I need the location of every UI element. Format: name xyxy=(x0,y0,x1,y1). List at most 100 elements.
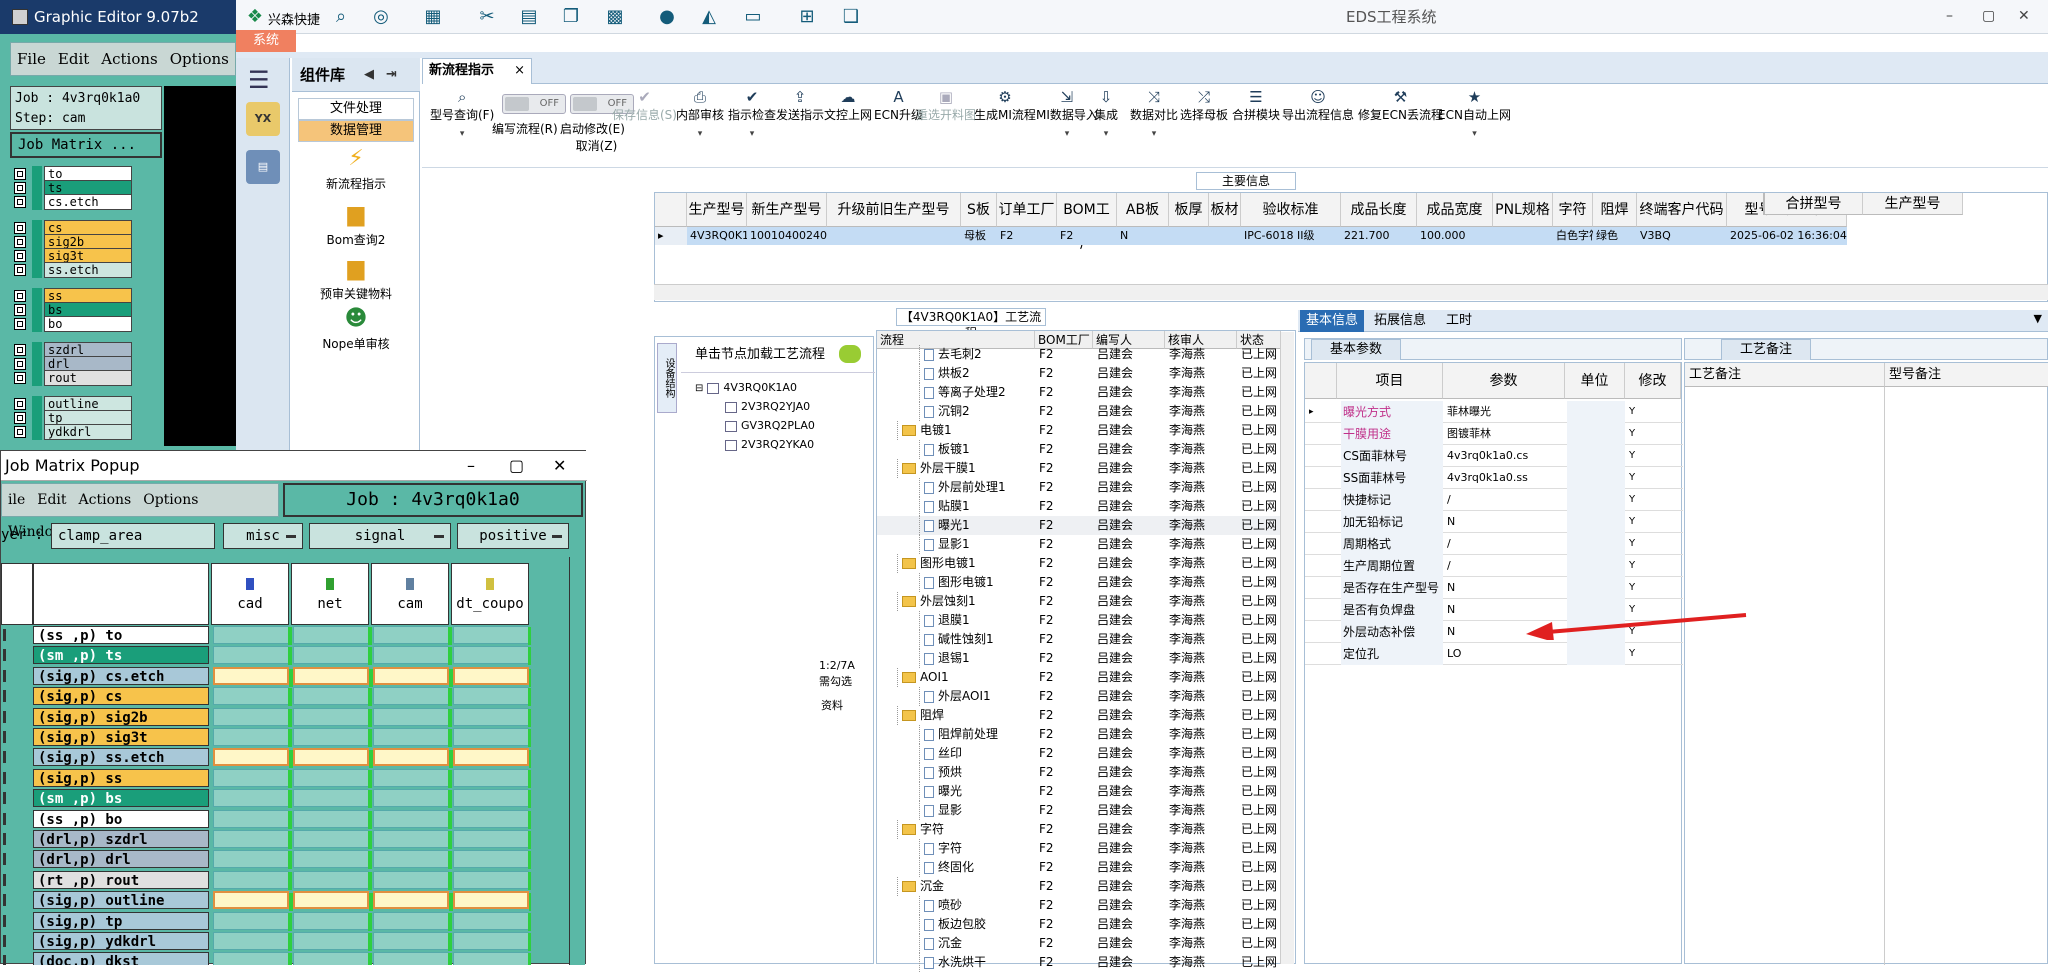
matrix-cell[interactable] xyxy=(453,850,531,870)
param-value[interactable]: / xyxy=(1445,555,1565,577)
matrix-cell[interactable] xyxy=(373,850,452,870)
table-row[interactable]: CS面菲林号 4v3rq0k1a0.cs Y xyxy=(1305,445,1683,467)
column-header[interactable]: 生产型号 xyxy=(687,193,747,227)
close-icon[interactable]: ✕ xyxy=(2018,8,2030,24)
toggle-switch[interactable]: OFF xyxy=(502,94,566,114)
column-header[interactable]: 阻焊 xyxy=(1593,193,1637,227)
column-header[interactable]: 字符 xyxy=(1553,193,1593,227)
param-value[interactable]: N xyxy=(1445,577,1565,599)
matrix-row-handle[interactable] xyxy=(3,751,15,764)
horizontal-scrollbar[interactable] xyxy=(654,284,2048,300)
nav-item-prereview[interactable]: ▆ 预审关键物料 xyxy=(292,256,420,302)
matrix-cell[interactable] xyxy=(293,666,373,687)
column-header[interactable]: BOM工厂 xyxy=(1057,193,1117,252)
table-row[interactable]: 外层干膜1 F2 吕建会 李海燕 已上网 xyxy=(877,459,1281,478)
matrix-layer-label[interactable]: (sig,p) outline xyxy=(33,891,209,910)
table-row[interactable]: AOI1 F2 吕建会 李海燕 已上网 xyxy=(877,668,1281,687)
table-cell[interactable]: 10010400240286 xyxy=(747,227,827,245)
column-header[interactable]: 参数 xyxy=(1443,363,1565,399)
table-row[interactable]: 快捷标记 / Y xyxy=(1305,489,1683,511)
ge-menu-actions[interactable]: Actions xyxy=(101,43,157,75)
matrix-layer-label[interactable]: (sig,p) ydkdrl xyxy=(33,932,209,950)
dropdown-caret-icon[interactable]: ▾ xyxy=(1094,129,1118,139)
chart-icon[interactable]: ◭ xyxy=(698,6,720,28)
table-row[interactable]: 阻焊 F2 吕建会 李海燕 已上网 xyxy=(877,706,1281,725)
matrix-cell[interactable] xyxy=(293,952,372,965)
toolbar-button[interactable]: ⇪ 发送指示 xyxy=(776,88,824,123)
job-matrix-button[interactable]: Job Matrix ... xyxy=(10,132,162,158)
column-header[interactable]: 单位 xyxy=(1565,363,1625,399)
param-unit[interactable] xyxy=(1567,489,1625,511)
column-header[interactable]: 工艺备注 xyxy=(1685,363,1885,387)
param-value[interactable]: / xyxy=(1445,489,1565,511)
popup-menu-item[interactable]: Actions xyxy=(79,484,132,516)
matrix-row[interactable]: (drl,p) drl xyxy=(1,849,531,870)
grid-icon[interactable]: ▩ xyxy=(604,6,626,28)
table-cell[interactable]: 221.700 xyxy=(1341,227,1417,245)
matrix-cell[interactable] xyxy=(373,891,453,912)
matrix-cell[interactable] xyxy=(453,870,531,890)
matrix-cell[interactable] xyxy=(213,626,292,645)
table-row[interactable]: 加无铅标记 N Y xyxy=(1305,511,1683,533)
toolbar-button[interactable]: ⇲ MI数据导入 ▾ xyxy=(1036,88,1098,139)
table-cell[interactable]: IPC-6018 II级 xyxy=(1241,227,1341,245)
matrix-cell[interactable] xyxy=(213,830,292,849)
matrix-cell[interactable] xyxy=(373,687,452,707)
table-icon[interactable]: ▦ xyxy=(422,6,444,28)
matrix-cell[interactable] xyxy=(293,911,372,931)
chevron-down-icon[interactable]: ▼ xyxy=(2034,312,2042,325)
matrix-layer-label[interactable]: (sig,p) tp xyxy=(33,911,209,930)
matrix-cell[interactable] xyxy=(453,666,531,687)
param-unit[interactable] xyxy=(1567,533,1625,555)
matrix-layer-label[interactable]: (sig,p) sig2b xyxy=(33,707,209,726)
matrix-row[interactable]: (sig,p) outline xyxy=(1,890,531,912)
table-row[interactable]: 阻焊前处理 F2 吕建会 李海燕 已上网 xyxy=(877,725,1281,744)
table-row[interactable]: ▸ 曝光方式 菲林曝光 Y xyxy=(1305,401,1683,423)
step-header[interactable]: net xyxy=(291,563,369,625)
table-cell[interactable]: N xyxy=(1117,227,1169,245)
column-header[interactable]: AB板 xyxy=(1117,193,1169,227)
table-row[interactable]: 去毛刺2 F2 吕建会 李海燕 已上网 xyxy=(877,345,1281,364)
tab-right-0[interactable]: 基本信息 xyxy=(1300,310,1365,332)
step-header[interactable]: cam xyxy=(371,563,449,625)
column-header[interactable]: 验收标准 xyxy=(1241,193,1341,227)
matrix-row-handle[interactable] xyxy=(3,649,15,662)
dropdown-caret-icon[interactable]: ▾ xyxy=(1130,129,1178,139)
ge-layer-row[interactable]: bo xyxy=(10,314,132,334)
matrix-cell[interactable] xyxy=(213,891,293,912)
table-cell[interactable]: 4V3RQ0K1A0 xyxy=(687,227,747,245)
table-cell[interactable]: 母板 xyxy=(961,227,997,245)
matrix-cell[interactable] xyxy=(293,809,372,829)
layer-checkbox[interactable] xyxy=(14,372,26,384)
nav-item-bom-query[interactable]: ▆ Bom查询2 xyxy=(292,202,420,248)
matrix-layer-label[interactable]: (rt ,p) rout xyxy=(33,870,209,889)
layer-checkbox[interactable] xyxy=(14,264,26,276)
matrix-row-handle[interactable] xyxy=(3,894,15,907)
toolbar-button[interactable]: ☁ 文控上网 xyxy=(824,88,872,123)
table-cell[interactable] xyxy=(1209,227,1241,245)
ge-layer-row[interactable]: ss.etch xyxy=(10,260,132,280)
table-row[interactable]: 预烘 F2 吕建会 李海燕 已上网 xyxy=(877,763,1281,782)
matrix-cell[interactable] xyxy=(373,646,452,666)
param-unit[interactable] xyxy=(1567,401,1625,423)
table-cell[interactable] xyxy=(1169,227,1209,245)
matrix-cell[interactable] xyxy=(213,911,292,931)
chat-bubble-icon[interactable] xyxy=(839,345,861,363)
scissors-icon[interactable]: ✂ xyxy=(476,6,498,28)
matrix-row[interactable]: (drl,p) szdrl xyxy=(1,829,531,849)
matrix-row[interactable]: (sig,p) sig2b xyxy=(1,707,531,727)
table-row[interactable]: 显影1 F2 吕建会 李海燕 已上网 xyxy=(877,535,1281,554)
pin-icon[interactable]: ⇥ xyxy=(386,58,397,92)
matrix-cell[interactable] xyxy=(293,748,373,769)
matrix-cell[interactable] xyxy=(213,768,292,788)
matrix-row[interactable]: (sm ,p) bs xyxy=(1,788,531,809)
table-cell[interactable] xyxy=(1493,227,1553,245)
table-row[interactable]: 终固化 F2 吕建会 李海燕 已上网 xyxy=(877,858,1281,877)
side-tab[interactable]: 设备结构 xyxy=(657,343,677,413)
maximize-icon[interactable]: ▢ xyxy=(1982,8,1995,24)
column-header[interactable]: 新生产型号 xyxy=(747,193,827,227)
matrix-cell[interactable] xyxy=(213,932,292,951)
table-row[interactable]: 生产周期位置 / Y xyxy=(1305,555,1683,577)
column-header[interactable]: PNL规格 xyxy=(1493,193,1553,227)
table-cell[interactable]: F2 xyxy=(1057,227,1117,245)
